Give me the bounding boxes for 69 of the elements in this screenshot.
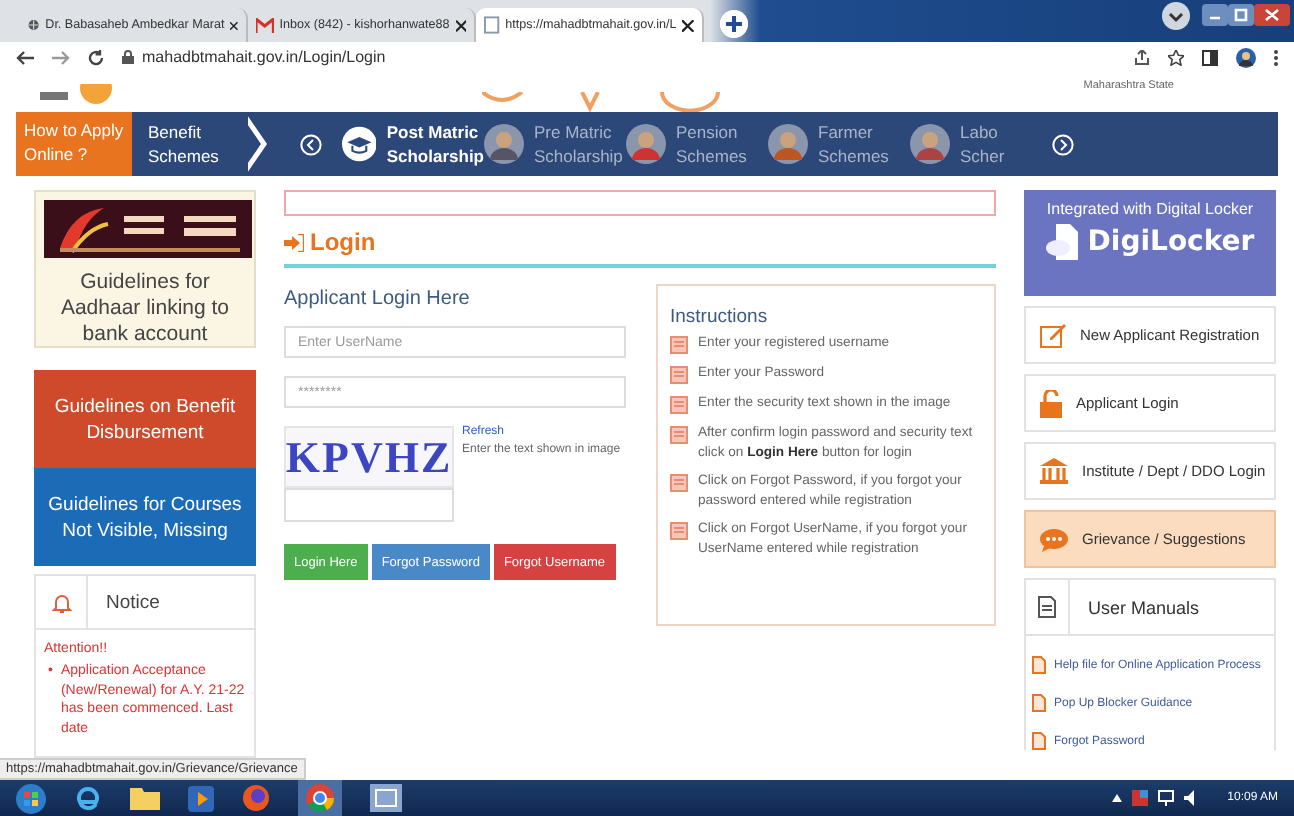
page-icon: [484, 16, 500, 34]
close-icon[interactable]: [230, 19, 238, 31]
list-icon: [670, 396, 688, 414]
cloud-document-icon: [1045, 224, 1082, 260]
courses-guidelines-link[interactable]: Guidelines for Courses Not Visible, Missing: [34, 468, 256, 566]
person-icon: [626, 124, 666, 164]
person-icon: [910, 124, 950, 164]
previous-icon[interactable]: [300, 133, 322, 155]
mail-icon: [256, 17, 274, 33]
list-icon: [670, 336, 688, 354]
pencil-icon: [1040, 322, 1066, 348]
graduation-cap-icon: [342, 124, 377, 164]
dropdown-icon[interactable]: [1162, 2, 1190, 30]
star-icon[interactable]: [1168, 49, 1184, 65]
window-controls-icon[interactable]: [1202, 2, 1290, 30]
media-player-icon[interactable]: [188, 785, 214, 811]
sign-in-icon: [284, 233, 304, 251]
lock-icon: [1040, 389, 1062, 417]
flag-icon[interactable]: [1131, 790, 1148, 806]
disbursement-guidelines-link[interactable]: Guidelines on Benefit Disbursement: [34, 370, 256, 468]
side-panel-icon[interactable]: [1202, 49, 1218, 65]
building-icon: [1040, 458, 1068, 484]
captcha-field[interactable]: [284, 488, 454, 522]
user-manuals-title: User Manuals: [1088, 597, 1200, 617]
close-icon[interactable]: [455, 19, 466, 31]
share-icon[interactable]: [1134, 49, 1150, 65]
list-icon: [670, 366, 688, 384]
digilocker-heading: Integrated with Digital Locker: [1046, 200, 1254, 218]
scheme-tab[interactable]: Post Matric Scholarship: [342, 120, 484, 168]
globe-icon: [28, 16, 40, 34]
browser-e-icon[interactable]: [74, 784, 102, 812]
notice-title: Notice: [104, 591, 160, 613]
digilocker-banner[interactable]: Integrated with Digital Locker DigiLocker: [1024, 190, 1276, 296]
document-icon: [1038, 596, 1056, 618]
address-bar[interactable]: mahadbtmahait.gov.in/Login/Login: [142, 48, 386, 66]
pdf-icon: [1032, 656, 1046, 674]
pdf-icon: [1032, 732, 1046, 750]
login-title: Login: [310, 228, 376, 256]
scheme-tab[interactable]: Farmer Schemes: [768, 120, 910, 168]
instructions-title: Instructions: [670, 306, 770, 328]
list-icon: [670, 474, 688, 492]
tray-arrow-icon[interactable]: [1111, 794, 1122, 802]
chrome-icon[interactable]: [298, 780, 342, 816]
person-icon: [768, 124, 808, 164]
person-icon: [484, 124, 524, 164]
bell-icon: [51, 591, 71, 613]
close-icon[interactable]: [682, 19, 694, 31]
scheme-tab[interactable]: Pre Matric Scholarship: [484, 120, 626, 168]
back-icon[interactable]: [16, 49, 34, 65]
lock-icon: [122, 50, 134, 64]
scheme-tab[interactable]: Labo Scher: [910, 120, 1052, 168]
list-icon: [670, 522, 688, 540]
next-icon[interactable]: [1052, 133, 1074, 155]
captcha-image: KPVHZ: [284, 426, 454, 488]
chat-icon: [1040, 527, 1068, 551]
profile-icon[interactable]: [1236, 47, 1256, 67]
applicant-login-heading: Applicant Login Here: [284, 288, 472, 310]
digilocker-logo-text: DigiLocker: [1087, 226, 1255, 258]
new-tab-icon[interactable]: [720, 10, 748, 38]
list-icon: [670, 426, 688, 444]
reload-icon[interactable]: [88, 49, 104, 65]
pdf-icon: [1032, 694, 1046, 712]
scheme-tab[interactable]: Pension Schemes: [626, 120, 768, 168]
speaker-icon[interactable]: [1183, 790, 1200, 806]
folder-icon[interactable]: [130, 786, 160, 810]
start-icon[interactable]: [16, 783, 46, 813]
forward-icon[interactable]: [52, 49, 70, 65]
bank-logo-icon: [44, 200, 252, 258]
fox-browser-icon[interactable]: [242, 784, 270, 812]
